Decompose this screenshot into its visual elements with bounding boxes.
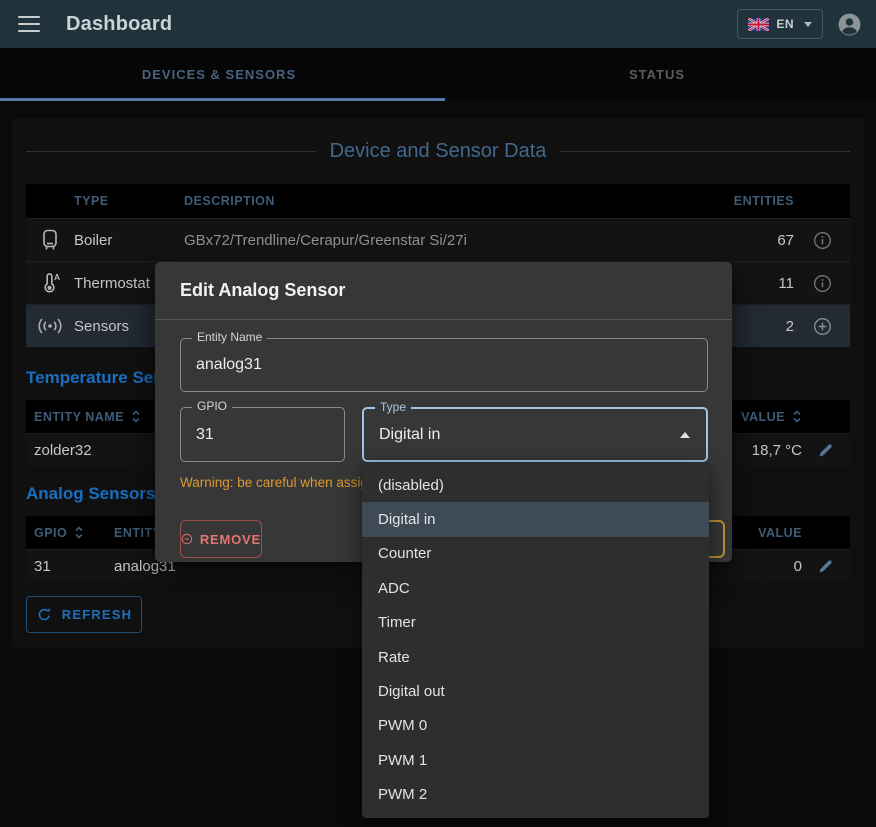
language-selector[interactable]: EN: [737, 9, 823, 39]
sort-icon: [74, 525, 84, 540]
refresh-icon: [36, 606, 53, 623]
remove-label: REMOVE: [200, 532, 261, 547]
screen: Dashboard EN DEVICES & SE: [0, 0, 876, 827]
boiler-icon: [26, 229, 74, 251]
uk-flag-icon: [748, 18, 769, 31]
refresh-button[interactable]: REFRESH: [26, 596, 142, 633]
edit-pencil-icon[interactable]: [802, 558, 850, 574]
type-value: Digital in: [379, 426, 440, 444]
menu-item-digital-out[interactable]: Digital out: [362, 674, 709, 708]
page-title: Device and Sensor Data: [330, 140, 547, 163]
tab-bar: DEVICES & SENSORS STATUS: [0, 48, 876, 101]
tab-status[interactable]: STATUS: [438, 48, 876, 101]
warning-text: Warning: be careful when assig: [180, 475, 368, 490]
col-gpio[interactable]: GPIO: [26, 525, 114, 540]
user-avatar-icon[interactable]: [837, 12, 862, 37]
col-entities: ENTITIES: [644, 194, 794, 208]
info-icon[interactable]: [794, 231, 850, 250]
chevron-down-icon: [804, 22, 812, 27]
active-tab-indicator: [0, 98, 445, 101]
gpio-field[interactable]: GPIO 31: [180, 407, 345, 462]
entity-name-label: Entity Name: [192, 330, 267, 344]
gpio-value: 31: [196, 426, 214, 444]
col-type: TYPE: [74, 194, 184, 208]
menu-item-timer[interactable]: Timer: [362, 606, 709, 640]
menu-icon[interactable]: [18, 16, 40, 32]
remove-button[interactable]: REMOVE: [180, 520, 262, 558]
app-bar: Dashboard EN: [0, 0, 876, 48]
menu-item-counter[interactable]: Counter: [362, 537, 709, 571]
app-title: Dashboard: [66, 13, 172, 36]
thermostat-icon: A: [26, 272, 74, 294]
gpio-number: 31: [26, 558, 114, 575]
type-select[interactable]: Type Digital in: [362, 407, 708, 462]
menu-item-pwm0[interactable]: PWM 0: [362, 709, 709, 743]
table-row-boiler[interactable]: Boiler GBx72/Trendline/Cerapur/Greenstar…: [26, 218, 850, 261]
device-table-header: TYPE DESCRIPTION ENTITIES: [26, 184, 850, 218]
sort-icon: [792, 409, 802, 424]
dialog-title: Edit Analog Sensor: [155, 262, 732, 320]
device-description: GBx72/Trendline/Cerapur/Greenstar Si/27i: [184, 232, 644, 249]
entity-name-field[interactable]: Entity Name analog31: [180, 338, 708, 392]
type-label: Type: [375, 400, 411, 414]
menu-item-digital-in[interactable]: Digital in: [362, 502, 709, 536]
col-description: DESCRIPTION: [184, 194, 644, 208]
chevron-up-icon: [680, 432, 690, 438]
language-label: EN: [776, 17, 794, 31]
menu-item-pwm1[interactable]: PWM 1: [362, 743, 709, 777]
remove-circle-icon: [181, 530, 193, 548]
edit-pencil-icon[interactable]: [802, 442, 850, 458]
analog-section-title: Analog Sensors: [26, 484, 155, 504]
menu-item-pwm2[interactable]: PWM 2: [362, 778, 709, 812]
page-title-row: Device and Sensor Data: [26, 138, 850, 164]
device-type: Boiler: [74, 232, 184, 249]
menu-item-rate[interactable]: Rate: [362, 640, 709, 674]
refresh-label: REFRESH: [62, 607, 133, 622]
gpio-label: GPIO: [192, 399, 232, 413]
entity-name-value: analog31: [196, 356, 262, 374]
type-dropdown-menu: (disabled) Digital in Counter ADC Timer …: [362, 462, 709, 818]
sensors-icon: [26, 316, 74, 336]
tab-devices-sensors[interactable]: DEVICES & SENSORS: [0, 48, 438, 101]
add-icon[interactable]: [794, 317, 850, 336]
device-entities-count: 67: [644, 232, 794, 249]
menu-item-adc[interactable]: ADC: [362, 571, 709, 605]
svg-text:A: A: [54, 272, 60, 282]
info-icon[interactable]: [794, 274, 850, 293]
menu-item-disabled[interactable]: (disabled): [362, 468, 709, 502]
sort-icon: [131, 409, 141, 424]
